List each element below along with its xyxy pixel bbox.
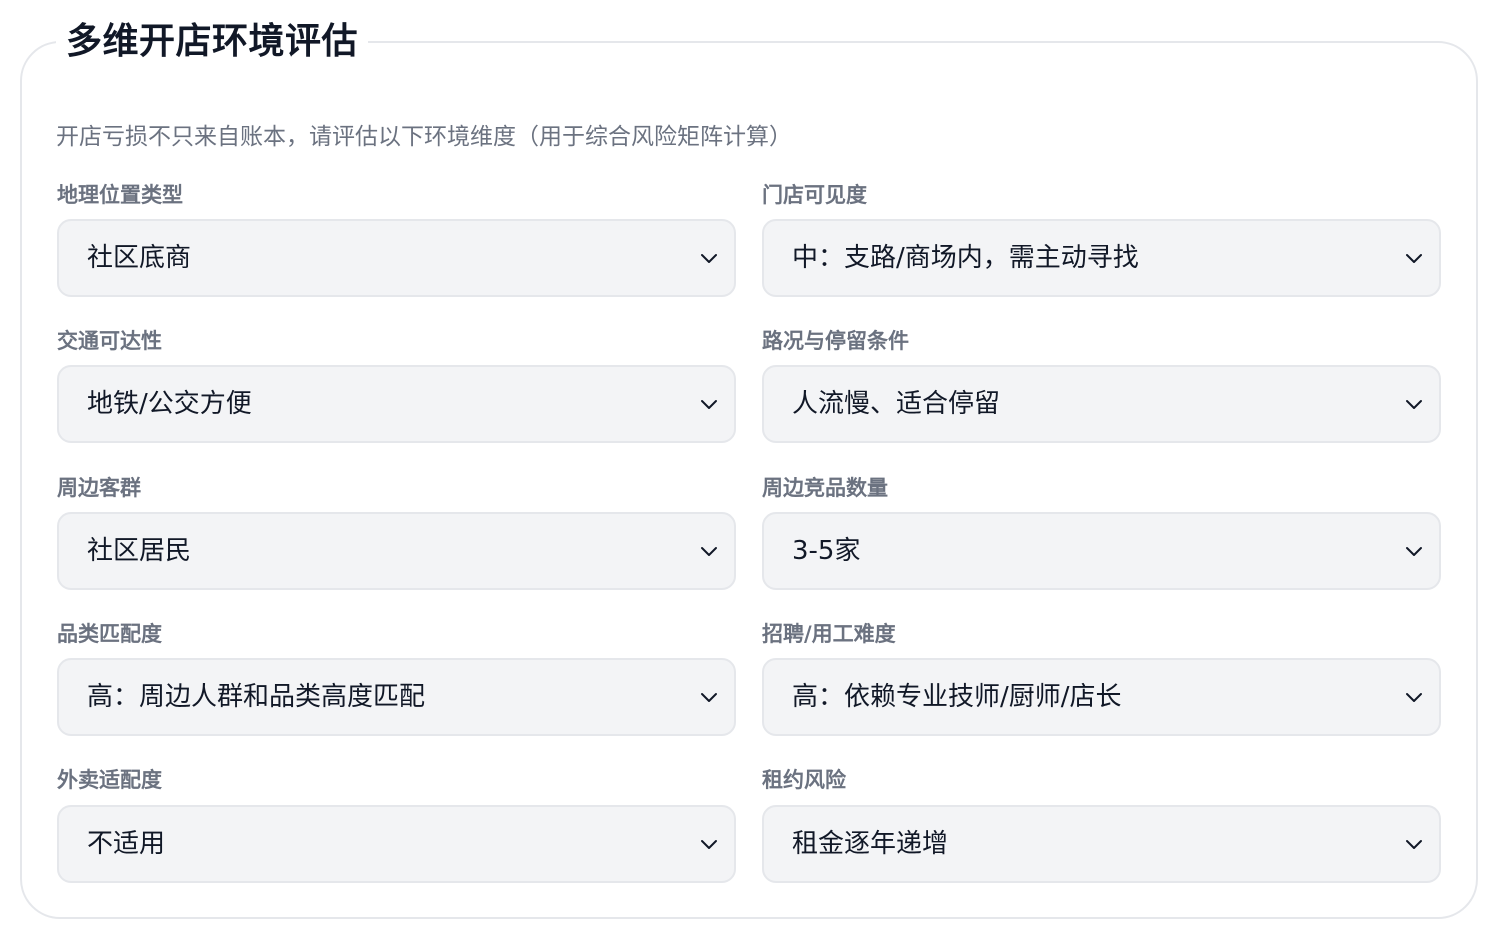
- chevron-down-icon: [701, 547, 717, 556]
- customer-group-select[interactable]: 社区居民: [57, 512, 736, 590]
- road-condition-value: 人流慢、适合停留: [792, 389, 1001, 419]
- category-match-value: 高：周边人群和品类高度匹配: [87, 682, 426, 712]
- chevron-down-icon: [1406, 693, 1422, 702]
- competitor-count-label: 周边竞品数量: [762, 476, 888, 500]
- chevron-down-icon: [1406, 400, 1422, 409]
- hiring-difficulty-select[interactable]: 高：依赖专业技师/厨师/店长: [762, 658, 1441, 736]
- chevron-down-icon: [701, 400, 717, 409]
- visibility-value: 中：支路/商场内，需主动寻找: [792, 243, 1139, 273]
- panel-description: 开店亏损不只来自账本，请评估以下环境维度（用于综合风险矩阵计算）: [56, 124, 792, 150]
- panel-title: 多维开店环境评估: [56, 18, 369, 66]
- accessibility-value: 地铁/公交方便: [87, 389, 252, 419]
- environment-assessment-panel: [20, 41, 1478, 919]
- competitor-count-value: 3-5家: [792, 536, 861, 566]
- lease-risk-label: 租约风险: [762, 768, 846, 792]
- category-match-label: 品类匹配度: [57, 622, 162, 646]
- customer-group-label: 周边客群: [57, 476, 141, 500]
- chevron-down-icon: [701, 840, 717, 849]
- delivery-fit-select[interactable]: 不适用: [57, 805, 736, 883]
- location-type-label: 地理位置类型: [57, 183, 183, 207]
- visibility-label: 门店可见度: [762, 183, 867, 207]
- customer-group-value: 社区居民: [87, 536, 192, 566]
- lease-risk-select[interactable]: 租金逐年递增: [762, 805, 1441, 883]
- visibility-select[interactable]: 中：支路/商场内，需主动寻找: [762, 219, 1441, 297]
- chevron-down-icon: [1406, 840, 1422, 849]
- competitor-count-select[interactable]: 3-5家: [762, 512, 1441, 590]
- delivery-fit-label: 外卖适配度: [57, 768, 162, 792]
- delivery-fit-value: 不适用: [87, 829, 166, 859]
- chevron-down-icon: [701, 254, 717, 263]
- hiring-difficulty-label: 招聘/用工难度: [762, 622, 896, 646]
- hiring-difficulty-value: 高：依赖专业技师/厨师/店长: [792, 682, 1122, 712]
- category-match-select[interactable]: 高：周边人群和品类高度匹配: [57, 658, 736, 736]
- accessibility-label: 交通可达性: [57, 329, 162, 353]
- road-condition-select[interactable]: 人流慢、适合停留: [762, 365, 1441, 443]
- chevron-down-icon: [701, 693, 717, 702]
- accessibility-select[interactable]: 地铁/公交方便: [57, 365, 736, 443]
- road-condition-label: 路况与停留条件: [762, 329, 909, 353]
- location-type-value: 社区底商: [87, 243, 192, 273]
- lease-risk-value: 租金逐年递增: [792, 829, 949, 859]
- chevron-down-icon: [1406, 254, 1422, 263]
- location-type-select[interactable]: 社区底商: [57, 219, 736, 297]
- chevron-down-icon: [1406, 547, 1422, 556]
